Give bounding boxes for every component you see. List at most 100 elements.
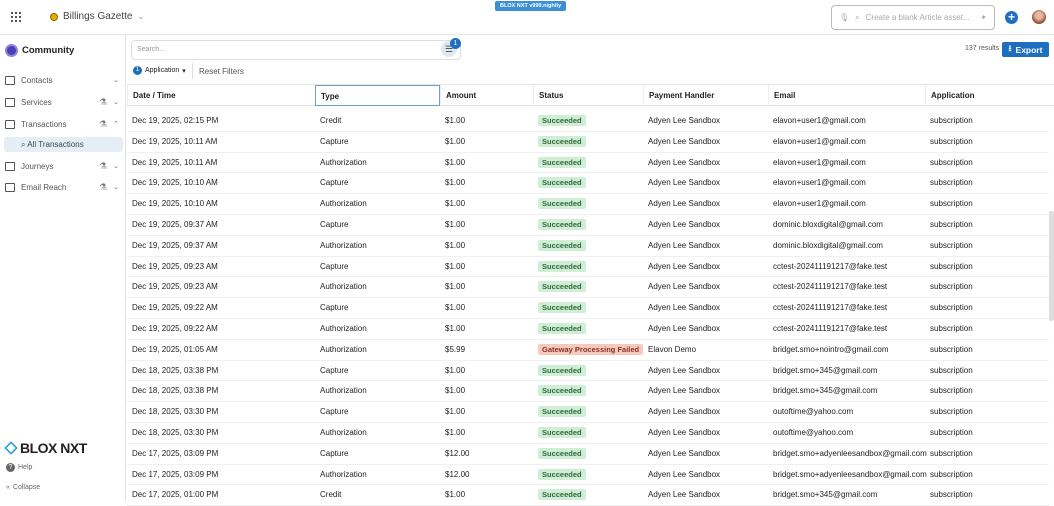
- cell-type: Credit: [320, 490, 342, 500]
- cell-status: Succeeded: [533, 153, 643, 173]
- cell-payment-handler: Adyen Lee Sandbox: [648, 220, 721, 229]
- cell-status: Succeeded: [533, 215, 643, 235]
- sidebar-item-label: Journeys: [21, 161, 54, 171]
- cell-application: subscription: [930, 240, 973, 250]
- table-row[interactable]: Dec 19, 2025, 09:23 AM Capture $1.00 Succee…: [127, 257, 1049, 278]
- table-row[interactable]: Dec 18, 2025, 03:30 PM Capture $1.00 Succee…: [127, 402, 1049, 423]
- logo-text: BLOX NXT: [20, 440, 87, 456]
- cell-amount: $1.00: [445, 324, 466, 333]
- table-row[interactable]: Dec 17, 2025, 03:09 PM Authorization $12.0…: [127, 465, 1049, 486]
- table-row[interactable]: Dec 19, 2025, 09:37 AM Authorization $1.00…: [127, 236, 1049, 257]
- microphone-icon[interactable]: 🎙: [839, 13, 849, 22]
- table-row[interactable]: Dec 17, 2025, 03:09 PM Capture $12.00 Succe…: [127, 444, 1049, 465]
- cell-payment-handler: Adyen Lee Sandbox: [648, 365, 721, 375]
- flask-icon: ⚗: [99, 160, 108, 171]
- cell-payment-handler: Adyen Lee Sandbox: [648, 240, 721, 250]
- cell-amount: $1.00: [445, 407, 466, 417]
- cell-date-time: Dec 19, 2025, 10:11 AM: [132, 157, 218, 167]
- scrollbar[interactable]: [1049, 211, 1054, 321]
- cell-date-time: Dec 18, 2025, 03:30 PM: [132, 407, 219, 417]
- command-input[interactable]: 🎙 ⌕ Create a blank Article asset... ✦: [831, 5, 995, 30]
- sidebar-item-label: Services: [21, 97, 52, 107]
- cell-date-time: Dec 17, 2025, 01:00 PM: [132, 490, 219, 500]
- table-row[interactable]: Dec 19, 2025, 01:05 AM Authorization $5.99…: [127, 340, 1049, 361]
- publication-selector[interactable]: Billings Gazette ⌄: [50, 11, 144, 22]
- sidebar-item-all-transactions[interactable]: ⌕ All Transactions: [4, 137, 123, 152]
- publication-name: Billings Gazette: [63, 11, 133, 22]
- table-row[interactable]: Dec 18, 2025, 03:38 PM Capture $1.00 Succee…: [127, 361, 1049, 382]
- sidebar-item-transactions[interactable]: Transactions ⚗ ⌃: [0, 114, 126, 134]
- application-filter-chip[interactable]: 1 Application ▾: [133, 66, 186, 75]
- reset-filters-button[interactable]: Reset Filters: [199, 67, 244, 76]
- sidebar-item-journeys[interactable]: Journeys ⚗ ⌄: [0, 156, 126, 176]
- cell-payment-handler: Adyen Lee Sandbox: [648, 324, 721, 333]
- table-row[interactable]: Dec 17, 2025, 01:00 PM Credit $1.00 Succeed…: [127, 485, 1049, 506]
- status-badge: Succeeded: [538, 115, 586, 126]
- cell-payment-handler: Adyen Lee Sandbox: [648, 136, 721, 146]
- version-badge: BLOX NXT v999.nightly: [495, 1, 567, 11]
- filter-count-badge: 1: [450, 38, 461, 49]
- column-header-application[interactable]: Application: [925, 85, 1049, 106]
- sidebar: Community Contacts ⌄ Services ⚗ ⌄ Transacti…: [0, 35, 126, 500]
- cell-application: subscription: [930, 116, 973, 125]
- status-badge: Succeeded: [538, 364, 586, 376]
- table-row[interactable]: Dec 18, 2025, 03:30 PM Authorization $1.00…: [127, 423, 1049, 444]
- cell-date-time: Dec 19, 2025, 10:10 AM: [132, 199, 218, 209]
- table-row[interactable]: Dec 19, 2025, 02:15 PM Credit $1.00 Succeed…: [127, 111, 1049, 132]
- column-header-type[interactable]: Type: [315, 85, 440, 106]
- table-row[interactable]: Dec 19, 2025, 09:23 AM Authorization $1.00…: [127, 277, 1049, 299]
- column-header-email[interactable]: Email: [768, 85, 925, 106]
- sparkle-icon[interactable]: ✦: [980, 13, 987, 22]
- cell-payment-handler: Adyen Lee Sandbox: [648, 303, 721, 313]
- chevron-up-icon: ⌃: [113, 121, 119, 128]
- cell-status: Succeeded: [533, 173, 643, 193]
- table-row[interactable]: Dec 19, 2025, 09:22 AM Capture $1.00 Succee…: [127, 298, 1049, 319]
- column-header-date-time[interactable]: Date / Time: [127, 85, 316, 106]
- cell-application: subscription: [930, 220, 973, 229]
- table-row[interactable]: Dec 19, 2025, 09:22 AM Authorization $1.00…: [127, 319, 1049, 340]
- collapse-button[interactable]: «Collapse: [6, 484, 40, 491]
- cell-date-time: Dec 19, 2025, 09:23 AM: [132, 261, 218, 271]
- help-link[interactable]: ? Help: [6, 463, 32, 472]
- cell-date-time: Dec 19, 2025, 09:22 AM: [132, 303, 218, 313]
- avatar[interactable]: [1032, 10, 1046, 24]
- table-row[interactable]: Dec 19, 2025, 10:10 AM Capture $1.00 Succee…: [127, 173, 1049, 195]
- add-button[interactable]: +: [1005, 11, 1018, 24]
- cell-payment-handler: Adyen Lee Sandbox: [648, 116, 721, 125]
- flask-icon: ⚗: [99, 181, 108, 192]
- cell-type: Authorization: [320, 282, 367, 292]
- blox-cube-icon: [4, 441, 18, 455]
- cell-application: subscription: [930, 136, 973, 146]
- cell-payment-handler: Adyen Lee Sandbox: [648, 490, 721, 500]
- cell-type: Capture: [320, 178, 349, 188]
- cell-application: subscription: [930, 282, 973, 292]
- flask-icon: ⚗: [99, 96, 108, 107]
- cell-application: subscription: [930, 178, 973, 188]
- table-row[interactable]: Dec 19, 2025, 10:11 AM Capture $1.00 Succee…: [127, 132, 1049, 153]
- cell-status: Succeeded: [533, 381, 643, 401]
- cell-amount: $1.00: [445, 303, 466, 313]
- table-header: Date / Time Type Amount Status Payment Handl…: [127, 84, 1054, 106]
- export-button[interactable]: ⭳ Export: [1002, 42, 1049, 57]
- sidebar-item-services[interactable]: Services ⚗ ⌄: [0, 92, 126, 112]
- cell-email: cctest-202411191217@fake.test: [773, 282, 888, 292]
- cell-status: Succeeded: [533, 444, 643, 464]
- cell-date-time: Dec 17, 2025, 03:09 PM: [132, 469, 219, 479]
- table-row[interactable]: Dec 19, 2025, 10:11 AM Authorization $1.00…: [127, 153, 1049, 174]
- column-header-status[interactable]: Status: [533, 85, 643, 106]
- search-input[interactable]: Search...: [131, 40, 461, 60]
- column-header-payment-handler[interactable]: Payment Handler: [643, 85, 768, 106]
- sidebar-item-email-reach[interactable]: Email Reach ⚗ ⌄: [0, 177, 126, 197]
- table-row[interactable]: Dec 19, 2025, 10:10 AM Authorization $1.00…: [127, 194, 1049, 215]
- app-grid-icon[interactable]: [11, 12, 21, 22]
- cell-email: elavon+user1@gmail.com: [773, 116, 866, 125]
- table-row[interactable]: Dec 18, 2025, 03:38 PM Authorization $1.00…: [127, 381, 1049, 403]
- table-row[interactable]: Dec 19, 2025, 09:37 AM Capture $1.00 Succee…: [127, 215, 1049, 236]
- cell-application: subscription: [930, 261, 973, 271]
- transactions-icon: [5, 119, 15, 129]
- email-icon: [5, 182, 15, 192]
- column-header-amount[interactable]: Amount: [440, 85, 533, 106]
- sidebar-item-contacts[interactable]: Contacts ⌄: [0, 70, 126, 90]
- cell-email: cctest-202411191217@fake.test: [773, 261, 888, 271]
- status-badge: Succeeded: [538, 135, 586, 147]
